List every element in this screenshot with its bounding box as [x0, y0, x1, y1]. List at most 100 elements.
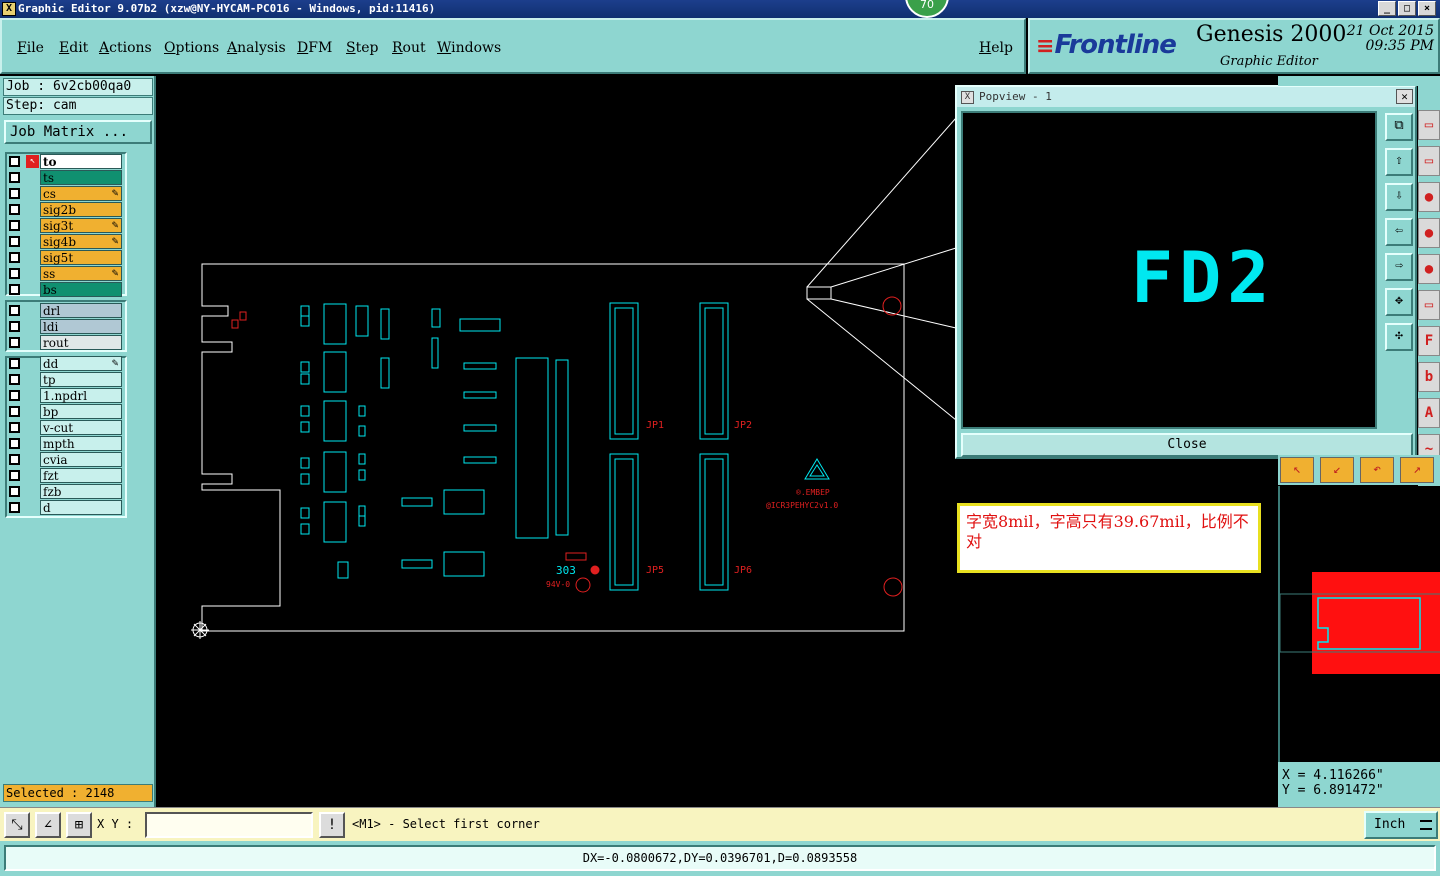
tool-icon-3[interactable]: ●	[1418, 182, 1440, 212]
popview-window[interactable]: X Popview - 1 ✕ FD2 ⧉ ⇧ ⇩ ⇦ ⇨ ✥ ✣ Close	[955, 85, 1417, 459]
layer-row[interactable]: sig2b	[6, 202, 124, 217]
layer-name[interactable]: v-cut	[40, 420, 122, 435]
layer-checkbox[interactable]	[9, 390, 20, 401]
popview-title-bar[interactable]: X Popview - 1 ✕	[957, 87, 1415, 107]
tool-icon-2[interactable]: ▭	[1418, 146, 1440, 176]
layer-name[interactable]: sig5t	[40, 250, 122, 265]
layer-row[interactable]: sig5t	[6, 250, 124, 265]
layer-row[interactable]: rout	[6, 335, 124, 350]
layer-row[interactable]: drl	[6, 303, 124, 318]
edit-tool-icon-1[interactable]: ↖	[1280, 457, 1314, 483]
menu-windows[interactable]: Windows	[437, 40, 501, 56]
units-select[interactable]: Inch	[1364, 811, 1438, 839]
layer-row[interactable]: 1.npdrl	[6, 388, 124, 403]
xy-input[interactable]	[145, 812, 313, 838]
popview-screen[interactable]: FD2	[961, 111, 1377, 429]
tool-icon-5[interactable]: ●	[1418, 254, 1440, 284]
layer-checkbox[interactable]	[9, 337, 20, 348]
layer-checkbox[interactable]	[9, 305, 20, 316]
layer-row[interactable]: mpth	[6, 436, 124, 451]
layer-row[interactable]: fzt	[6, 468, 124, 483]
layer-name[interactable]: ss ✎	[40, 266, 122, 281]
menu-edit[interactable]: Edit	[59, 40, 88, 56]
layer-checkbox[interactable]	[9, 252, 20, 263]
menu-dfm[interactable]: DFM	[297, 40, 332, 56]
layer-name[interactable]: fzb	[40, 484, 122, 499]
menu-analysis[interactable]: Analysis	[227, 40, 286, 56]
layer-checkbox[interactable]	[9, 454, 20, 465]
layer-row[interactable]: tp	[6, 372, 124, 387]
tool-icon-1[interactable]: ▭	[1418, 110, 1440, 140]
zoom-fit-icon[interactable]: ✥	[1385, 288, 1413, 316]
pan-right-icon[interactable]: ⇨	[1385, 253, 1413, 281]
layer-row[interactable]: ts	[6, 170, 124, 185]
layer-checkbox[interactable]	[9, 188, 20, 199]
layer-checkbox[interactable]	[9, 284, 20, 295]
layer-row[interactable]: cvia	[6, 452, 124, 467]
tool-icon-8[interactable]: b	[1418, 362, 1440, 392]
layer-row[interactable]: sig4b ✎	[6, 234, 124, 249]
snap-grid-icon[interactable]: ⊞	[66, 812, 92, 838]
layer-name[interactable]: to	[40, 154, 122, 169]
popview-close-icon[interactable]: ✕	[1396, 89, 1413, 104]
job-matrix-button[interactable]: Job Matrix ...	[4, 120, 152, 144]
layer-checkbox[interactable]	[9, 268, 20, 279]
layer-name[interactable]: mpth	[40, 436, 122, 451]
layer-name[interactable]: cs ✎	[40, 186, 122, 201]
layer-row[interactable]: fzb	[6, 484, 124, 499]
layer-checkbox[interactable]	[9, 502, 20, 513]
layer-row[interactable]: ss ✎	[6, 266, 124, 281]
layer-checkbox[interactable]	[9, 204, 20, 215]
layer-name[interactable]: sig3t ✎	[40, 218, 122, 233]
layer-name[interactable]: fzt	[40, 468, 122, 483]
tool-icon-9[interactable]: A	[1418, 398, 1440, 428]
pan-left-icon[interactable]: ⇦	[1385, 218, 1413, 246]
edit-tool-icon-3[interactable]: ↶	[1360, 457, 1394, 483]
zoom-home-icon[interactable]: ✣	[1385, 323, 1413, 351]
menu-actions[interactable]: Actions	[99, 40, 152, 56]
tool-icon-4[interactable]: ●	[1418, 218, 1440, 248]
layer-name[interactable]: 1.npdrl	[40, 388, 122, 403]
layer-checkbox[interactable]	[9, 470, 20, 481]
maximize-button[interactable]: □	[1398, 1, 1416, 16]
layer-checkbox[interactable]	[9, 172, 20, 183]
edit-tool-icon-4[interactable]: ↗	[1400, 457, 1434, 483]
tool-icon-6[interactable]: ▭	[1418, 290, 1440, 320]
menu-help[interactable]: Help	[979, 40, 1013, 56]
layer-name[interactable]: sig2b	[40, 202, 122, 217]
menu-rout[interactable]: Rout	[392, 40, 426, 56]
layer-name[interactable]: rout	[40, 335, 122, 350]
zoom-up-icon[interactable]: ⇧	[1385, 148, 1413, 176]
menu-options[interactable]: Options	[164, 40, 219, 56]
layer-name[interactable]: ts	[40, 170, 122, 185]
resize-icon[interactable]: ⤡	[4, 812, 30, 838]
layer-checkbox[interactable]	[9, 358, 20, 369]
layer-row[interactable]: v-cut	[6, 420, 124, 435]
zoom-window-icon[interactable]: ⧉	[1385, 113, 1413, 141]
close-window-button[interactable]: ×	[1418, 1, 1436, 16]
layer-checkbox[interactable]	[9, 220, 20, 231]
layer-checkbox[interactable]	[9, 406, 20, 417]
layer-checkbox[interactable]	[9, 156, 20, 167]
layer-name[interactable]: d	[40, 500, 122, 515]
zoom-down-icon[interactable]: ⇩	[1385, 183, 1413, 211]
layer-checkbox[interactable]	[9, 422, 20, 433]
overview-panel[interactable]	[1278, 486, 1440, 762]
layer-name[interactable]: dd ✎	[40, 356, 122, 371]
layer-name[interactable]: tp	[40, 372, 122, 387]
layer-name[interactable]: sig4b ✎	[40, 234, 122, 249]
layer-checkbox[interactable]	[9, 374, 20, 385]
popview-close-button[interactable]: Close	[961, 433, 1413, 457]
layer-name[interactable]: bp	[40, 404, 122, 419]
tool-icon-7[interactable]: F	[1418, 326, 1440, 356]
layer-name[interactable]: drl	[40, 303, 122, 318]
layer-row[interactable]: ↖ to	[6, 154, 124, 169]
edit-tool-icon-2[interactable]: ↙	[1320, 457, 1354, 483]
layer-checkbox[interactable]	[9, 438, 20, 449]
layer-name[interactable]: cvia	[40, 452, 122, 467]
layer-row[interactable]: dd ✎	[6, 356, 124, 371]
measure-icon[interactable]: ∠	[35, 812, 61, 838]
layer-row[interactable]: d	[6, 500, 124, 515]
layer-row[interactable]: sig3t ✎	[6, 218, 124, 233]
alert-icon[interactable]: !	[319, 812, 345, 838]
